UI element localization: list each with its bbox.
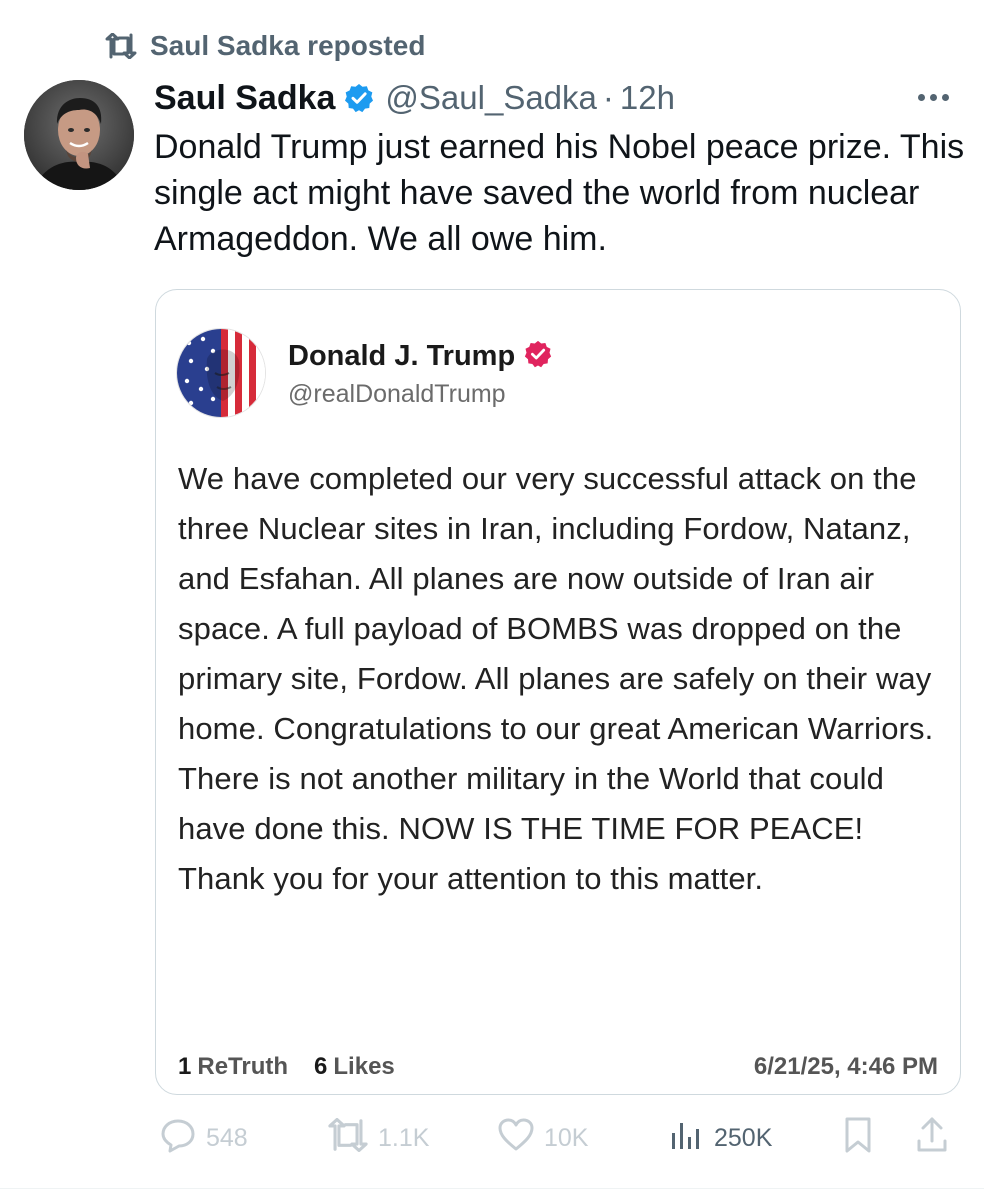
reply-button[interactable]: 548 xyxy=(158,1116,248,1160)
more-options-icon[interactable] xyxy=(918,80,949,114)
quoted-post-body: We have completed our very successful at… xyxy=(178,461,934,896)
tweet-action-bar: 548 1.1K 10K 250K xyxy=(158,1116,958,1160)
like-button[interactable]: 10K xyxy=(496,1116,588,1160)
like-count: 10K xyxy=(544,1123,589,1152)
views-count: 250K xyxy=(714,1123,773,1152)
quoted-post-footer: 1 ReTruth 6 Likes 6/21/25, 4:46 PM xyxy=(178,1050,938,1084)
repost-icon xyxy=(104,33,138,59)
repost-count: 1.1K xyxy=(378,1123,430,1152)
repost-button[interactable]: 1.1K xyxy=(326,1116,429,1160)
views-chart-icon xyxy=(666,1115,706,1162)
likes-count: 6 xyxy=(314,1053,328,1080)
quoted-author-name: Donald J. Trump xyxy=(288,339,516,372)
share-icon xyxy=(914,1115,950,1162)
author-handle[interactable]: @Saul_Sadka xyxy=(385,79,596,117)
quoted-post-date: 6/21/25, 4:46 PM xyxy=(753,1053,938,1080)
retruth-count: 1 xyxy=(178,1053,192,1080)
tweet-header: Saul Sadka @Saul_Sadka · 12h xyxy=(154,74,675,122)
repost-action-icon xyxy=(326,1117,370,1159)
author-avatar[interactable] xyxy=(24,80,134,190)
bookmark-icon xyxy=(840,1115,876,1162)
tweet-text: Donald Trump just earned his Nobel peace… xyxy=(154,128,965,258)
bookmark-button[interactable] xyxy=(840,1116,876,1160)
quoted-verified-badge-icon xyxy=(523,339,553,374)
share-button[interactable] xyxy=(914,1116,950,1160)
tweet-timestamp[interactable]: 12h xyxy=(620,79,675,117)
quoted-author-row: Donald J. Trump xyxy=(288,336,553,376)
divider xyxy=(0,1188,984,1189)
heart-icon xyxy=(496,1115,536,1162)
quoted-post-card[interactable]: Donald J. Trump @realDonaldTrump We have… xyxy=(155,289,961,1095)
author-name[interactable]: Saul Sadka xyxy=(154,79,335,118)
verified-badge-icon[interactable] xyxy=(343,82,375,114)
separator-dot: · xyxy=(602,79,614,116)
views-button[interactable]: 250K xyxy=(666,1116,772,1160)
reply-count: 548 xyxy=(206,1123,248,1152)
reply-icon xyxy=(158,1115,198,1162)
repost-label: Saul Sadka reposted xyxy=(150,30,426,61)
repost-indicator[interactable]: Saul Sadka reposted xyxy=(104,26,425,66)
likes-label: Likes xyxy=(333,1053,395,1080)
retruth-label: ReTruth xyxy=(197,1053,289,1080)
likes-stat: 6 Likes xyxy=(314,1053,395,1081)
retruth-stat: 1 ReTruth xyxy=(178,1053,288,1081)
quoted-author-handle: @realDonaldTrump xyxy=(288,380,506,408)
quoted-author-avatar xyxy=(176,328,266,418)
